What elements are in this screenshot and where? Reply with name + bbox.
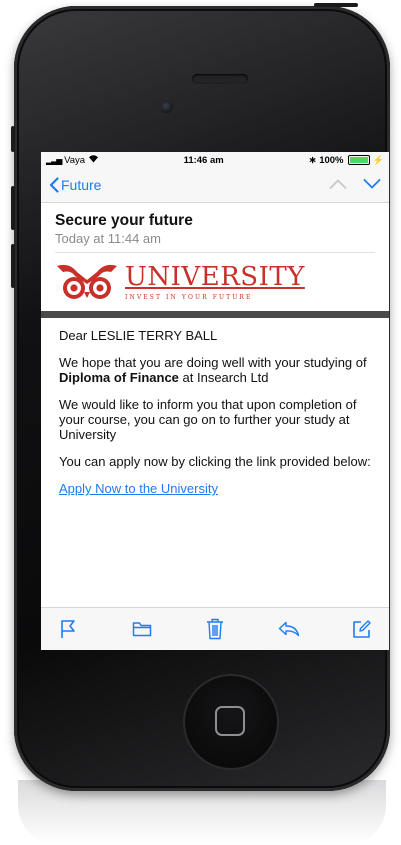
mail-toolbar xyxy=(41,607,389,650)
charging-icon: ⚡ xyxy=(372,154,384,165)
logo-tagline: INVEST IN YOUR FUTURE xyxy=(125,293,253,301)
wifi-icon xyxy=(88,155,99,166)
move-to-folder-button[interactable] xyxy=(129,616,155,642)
battery-percent: 100% xyxy=(319,154,344,166)
greeting: Dear LESLIE TERRY BALL xyxy=(59,328,218,343)
mail-screen: ▂▃▅ Vaya 11:46 am ∗ 100% ⚡ Future Secure… xyxy=(41,152,389,650)
battery-icon xyxy=(348,154,371,165)
navigation-bar: Future xyxy=(41,168,389,203)
owl-logo-icon xyxy=(57,264,117,299)
status-left: ▂▃▅ Vaya xyxy=(46,154,99,166)
status-bar: ▂▃▅ Vaya 11:46 am ∗ 100% ⚡ xyxy=(41,152,389,168)
reply-icon xyxy=(278,621,299,637)
volume-down-button xyxy=(11,244,15,288)
carrier-name: Vaya xyxy=(64,155,86,166)
logo-name: UNIVERSITY xyxy=(125,261,305,292)
compose-button[interactable] xyxy=(349,616,375,642)
trash-icon xyxy=(207,618,223,640)
paragraph-1-end: at Insearch Ltd xyxy=(178,370,269,385)
email-date: Today at 11:44 am xyxy=(55,231,375,253)
paragraph-2: We would like to inform you that upon co… xyxy=(59,397,357,442)
message-header: Secure your future Today at 11:44 am xyxy=(41,203,389,253)
volume-up-button xyxy=(11,186,15,230)
sleep-button xyxy=(314,3,358,7)
diploma-name: Diploma of Finance xyxy=(59,370,179,385)
reply-button[interactable] xyxy=(276,616,302,642)
logo-text: UNIVERSITY INVEST IN YOUR FUTURE xyxy=(125,264,305,301)
chevron-left-icon xyxy=(49,177,59,193)
apply-now-link[interactable]: Apply Now to the University xyxy=(59,481,218,496)
earpiece-speaker xyxy=(192,74,248,84)
message-navigation xyxy=(329,176,381,194)
paragraph-1: We hope that you are doing well with you… xyxy=(59,355,375,385)
bluetooth-icon: ∗ xyxy=(308,154,317,166)
folder-icon xyxy=(132,622,151,637)
back-button[interactable]: Future xyxy=(49,177,101,193)
status-right: ∗ 100% ⚡ xyxy=(309,155,384,166)
front-camera xyxy=(161,101,173,113)
paragraph-3: You can apply now by clicking the link p… xyxy=(59,454,371,469)
signal-icon: ▂▃▅ xyxy=(46,156,63,165)
paragraph-1-start: We hope that you are doing well with you… xyxy=(59,355,367,370)
flag-button[interactable] xyxy=(55,616,81,642)
status-time: 11:46 am xyxy=(183,154,224,166)
chevron-up-icon xyxy=(329,179,347,189)
next-message-button[interactable] xyxy=(363,176,381,194)
email-body: Dear LESLIE TERRY BALL We hope that you … xyxy=(41,318,389,496)
home-square-icon xyxy=(215,706,245,736)
previous-message-button[interactable] xyxy=(329,176,347,194)
chevron-down-icon xyxy=(363,179,381,189)
compose-icon xyxy=(353,620,371,638)
home-button[interactable] xyxy=(185,676,277,768)
link-paragraph: Apply Now to the University xyxy=(59,481,375,496)
university-banner: UNIVERSITY INVEST IN YOUR FUTURE xyxy=(41,253,389,311)
banner-divider xyxy=(41,311,389,318)
trash-button[interactable] xyxy=(202,616,228,642)
email-subject: Secure your future xyxy=(55,212,193,229)
flag-icon xyxy=(61,620,75,638)
back-label: Future xyxy=(61,177,102,193)
mute-switch xyxy=(11,126,15,152)
